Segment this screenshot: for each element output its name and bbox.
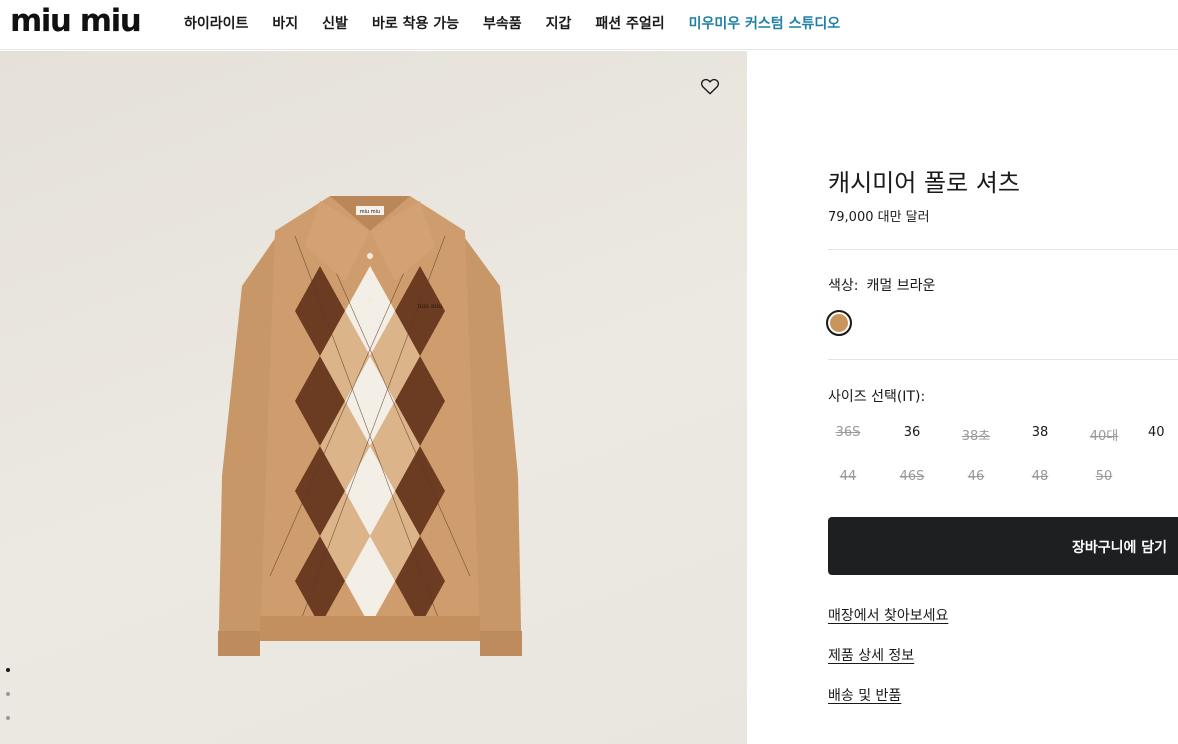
- nav-item-fashion-jewelry[interactable]: 패션 주얼리: [595, 13, 664, 33]
- divider: [828, 359, 1178, 360]
- nav-item-custom-studio[interactable]: 미우미우 커스텀 스튜디오: [689, 13, 840, 33]
- add-to-cart-button[interactable]: 장바구니에 담기: [828, 517, 1178, 575]
- size-option[interactable]: 48: [1020, 469, 1060, 484]
- size-option[interactable]: 40: [1148, 425, 1178, 440]
- svg-text:miu miu: miu miu: [10, 6, 140, 36]
- add-to-cart-label: 장바구니에 담기: [1072, 540, 1168, 556]
- product-price: 79,000 대만 달러: [828, 210, 930, 225]
- product-image-panel: miu miu miu miu: [0, 51, 747, 744]
- gallery-pagination: [6, 668, 10, 740]
- nav-item-ready-to-wear[interactable]: 바로 착용 가능: [372, 13, 459, 33]
- size-option[interactable]: 46: [956, 469, 996, 484]
- color-value: 캐멀 브라운: [866, 278, 936, 294]
- product-details: 캐시미어 폴로 셔츠 79,000 대만 달러 색상: 캐멀 브라운 사이즈 선택…: [826, 0, 1178, 744]
- heart-outline-icon[interactable]: [699, 75, 721, 97]
- size-option[interactable]: 46S: [892, 469, 932, 484]
- shipping-returns-link[interactable]: 배송 및 반품: [828, 685, 901, 705]
- divider: [828, 249, 1178, 250]
- color-label: 색상:: [828, 278, 859, 294]
- find-in-store-link[interactable]: 매장에서 찾아보세요: [828, 605, 948, 625]
- size-option[interactable]: 36: [892, 425, 932, 440]
- gallery-dot[interactable]: [6, 692, 10, 696]
- size-option[interactable]: 36S: [828, 425, 868, 440]
- nav-item-highlights[interactable]: 하이라이트: [184, 13, 248, 33]
- size-option[interactable]: 38: [1020, 425, 1060, 440]
- nav-item-wallets[interactable]: 지갑: [546, 13, 572, 33]
- main-nav: 하이라이트 바지 신발 바로 착용 가능 부속품 지갑 패션 주얼리 미우미우 …: [184, 13, 864, 33]
- size-option[interactable]: 40대: [1084, 425, 1124, 444]
- gallery-dot-active[interactable]: [6, 668, 10, 672]
- size-option[interactable]: 44: [828, 469, 868, 484]
- size-label: 사이즈 선택(IT):: [828, 389, 926, 405]
- miu-miu-logo[interactable]: miu miu: [10, 6, 160, 36]
- nav-item-pants[interactable]: 바지: [272, 13, 298, 33]
- svg-text:miu miu: miu miu: [418, 303, 443, 310]
- nav-item-shoes[interactable]: 신발: [322, 13, 348, 33]
- size-option[interactable]: 50: [1084, 469, 1124, 484]
- gallery-dot[interactable]: [6, 716, 10, 720]
- size-option[interactable]: 38초: [956, 425, 996, 444]
- color-row: 색상: 캐멀 브라운: [828, 275, 943, 295]
- nav-item-accessories[interactable]: 부속품: [483, 13, 522, 33]
- svg-text:miu miu: miu miu: [360, 209, 380, 215]
- product-title: 캐시미어 폴로 셔츠: [828, 169, 1020, 197]
- sweater-product-image: miu miu miu miu: [218, 196, 522, 656]
- product-details-link[interactable]: 제품 상세 정보: [828, 645, 914, 665]
- color-swatch-camel-brown[interactable]: [826, 310, 852, 336]
